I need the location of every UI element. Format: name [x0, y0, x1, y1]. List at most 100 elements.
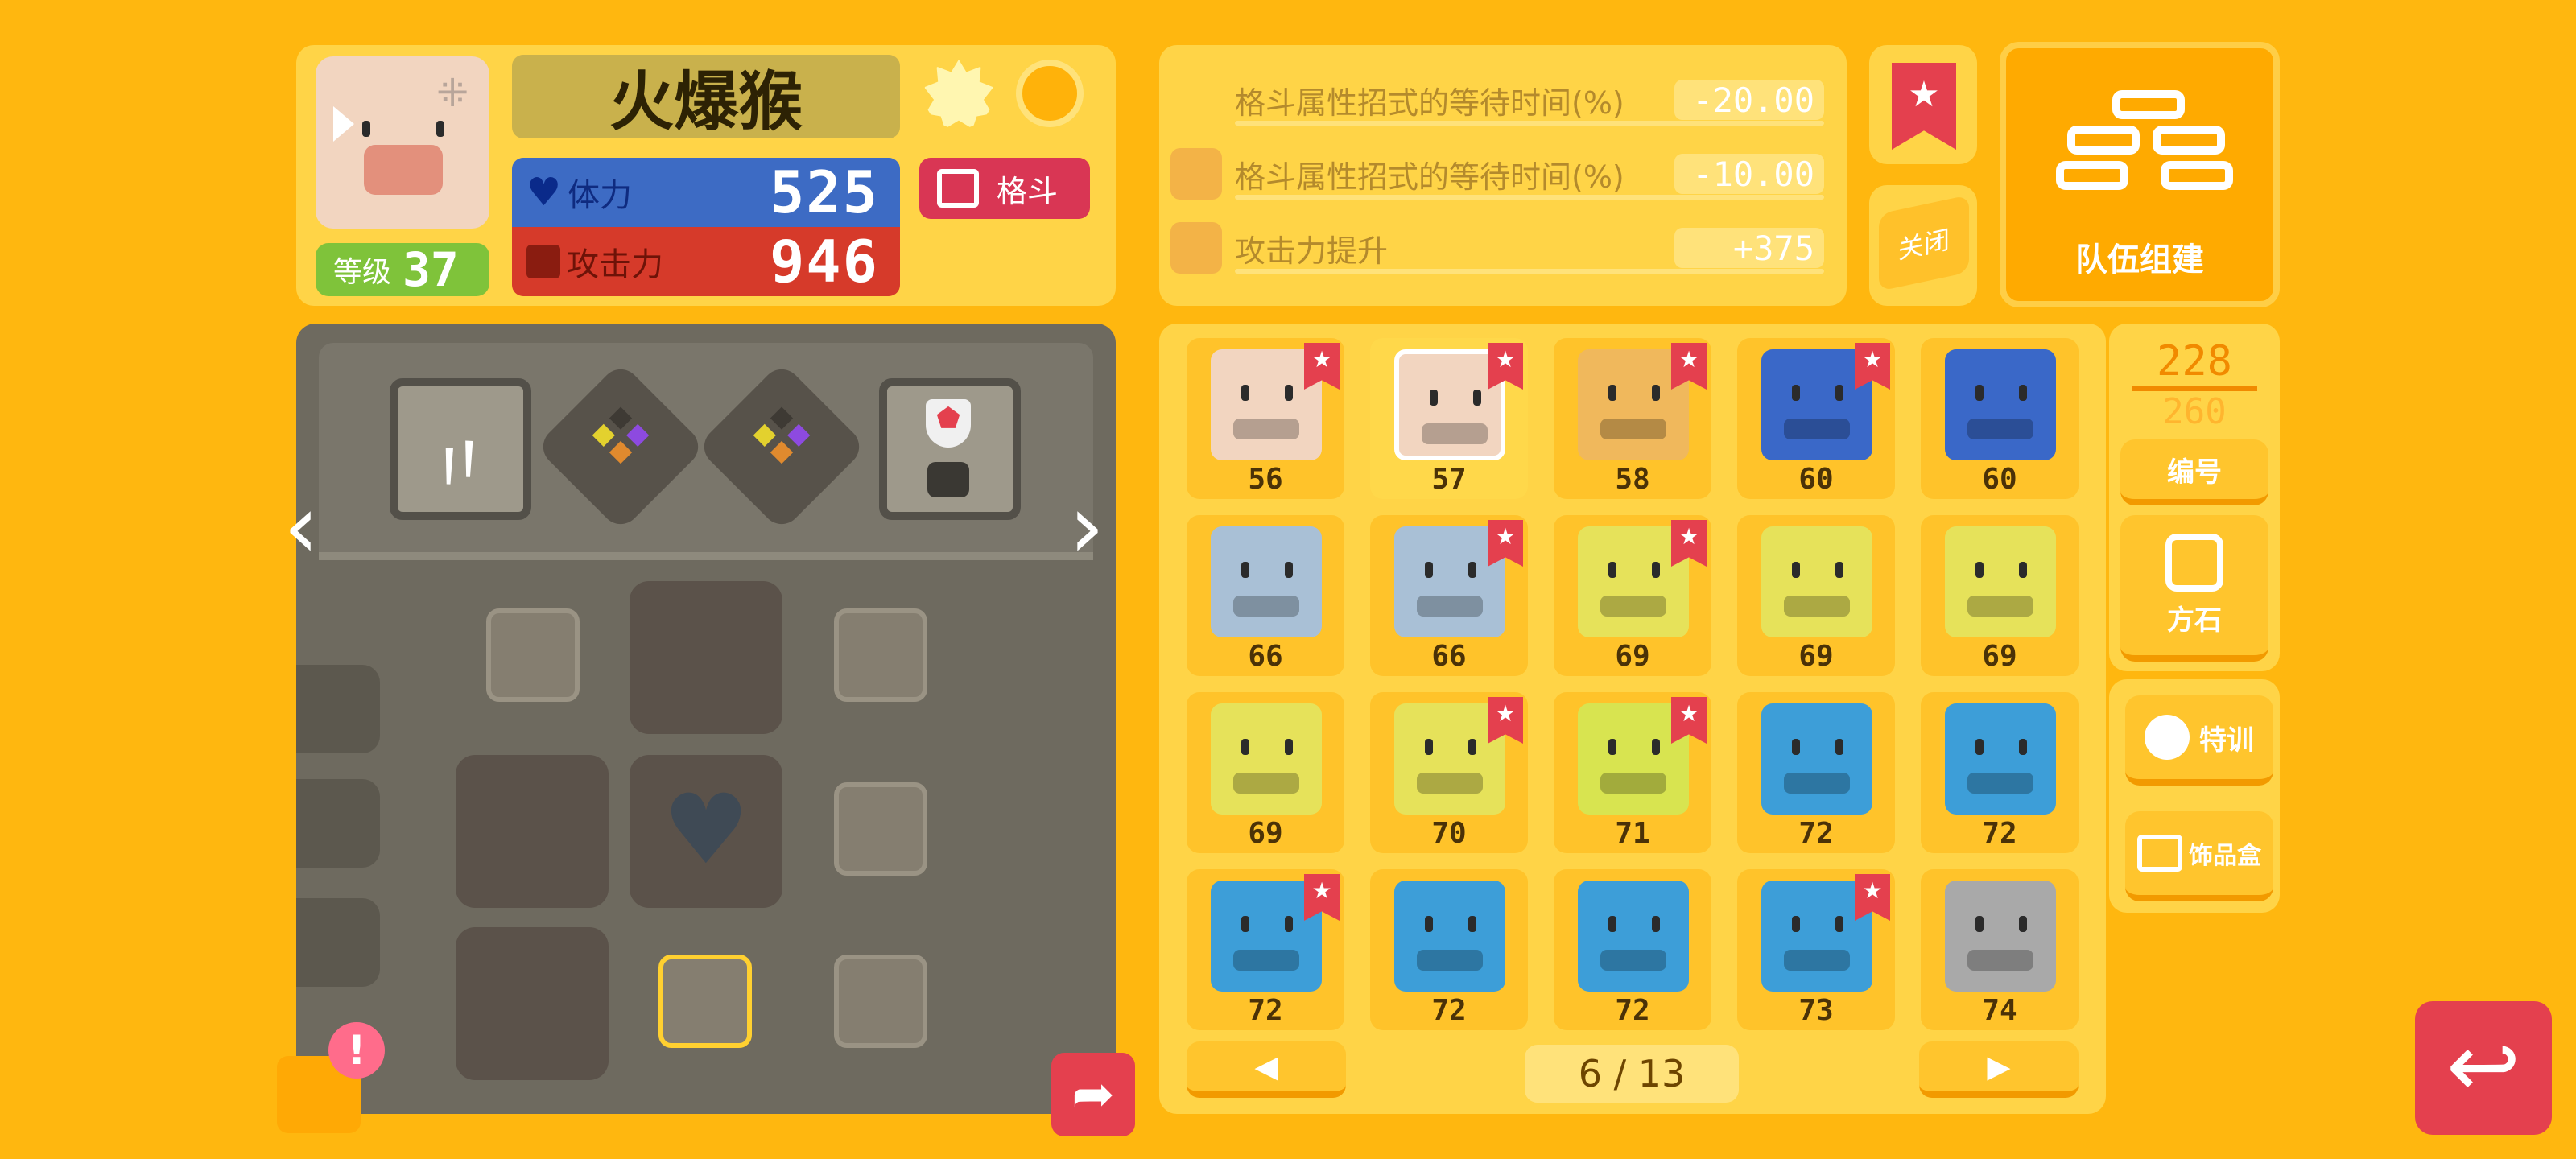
bonus-value: -20.00: [1674, 80, 1824, 120]
empty-socket: [770, 406, 794, 430]
move-slot-bulk-up[interactable]: ⬟: [879, 378, 1021, 520]
pig-snout: [364, 145, 443, 195]
pokemon-level: 58: [1615, 463, 1650, 496]
attack-icon: [526, 245, 560, 278]
box-count-max: 260: [2162, 391, 2227, 432]
team-chain-icon: [2056, 90, 2233, 203]
share-button[interactable]: ➦: [1051, 1053, 1135, 1136]
pokemon-card[interactable]: 56: [1187, 338, 1344, 499]
search-pokemon-icon[interactable]: [1016, 60, 1084, 127]
pokemon-card[interactable]: 74: [1921, 869, 2079, 1030]
number-sort-button[interactable]: 编号: [2120, 439, 2268, 505]
prev-page-button[interactable]: ◀: [1187, 1041, 1346, 1098]
favorite-star-icon: [1488, 697, 1523, 744]
pokemon-face-icon: [1211, 526, 1322, 637]
pokemon-card[interactable]: 70: [1370, 692, 1528, 853]
attack-node[interactable]: [456, 927, 609, 1080]
heart-icon: ♥: [663, 774, 749, 886]
attack-value: 946: [769, 228, 879, 295]
bonus-value: -10.00: [1674, 154, 1824, 194]
pokemon-card[interactable]: 69: [1921, 515, 2079, 676]
yellow-gem-icon: [592, 423, 615, 447]
pokemon-level: 66: [1248, 640, 1283, 673]
small-attack-slot[interactable]: [834, 608, 927, 702]
empty-socket: [609, 406, 633, 430]
accessory-box-label: 饰品盒: [2189, 842, 2261, 870]
training-icon: [2145, 715, 2190, 760]
notice-badge-icon: !: [328, 1022, 385, 1079]
attack-node[interactable]: [630, 581, 782, 734]
pokemon-card[interactable]: 66: [1187, 515, 1344, 676]
favorite-star-icon: [1488, 343, 1523, 390]
pokemon-portrait[interactable]: ⁜: [316, 56, 489, 229]
pokemon-level: 60: [1982, 463, 2017, 496]
selected-attack-slot[interactable]: [658, 955, 752, 1048]
purple-gem-icon: [626, 423, 650, 447]
pokemon-card[interactable]: 72: [1737, 692, 1895, 853]
bonus-row: 格斗属性招式的等待时间(%) -20.00: [1167, 71, 1824, 129]
pokemon-card[interactable]: 69: [1737, 515, 1895, 676]
next-page-button[interactable]: ▶: [1919, 1041, 2079, 1098]
hp-value: 525: [769, 159, 879, 226]
pokemon-card[interactable]: 72: [1370, 869, 1528, 1030]
favorite-star-icon: [1671, 343, 1707, 390]
board-tab-fighting-2[interactable]: [296, 898, 380, 987]
pokemon-card[interactable]: 72: [1187, 869, 1344, 1030]
pokemon-card[interactable]: 58: [1554, 338, 1711, 499]
pokemon-card[interactable]: 66: [1370, 515, 1528, 676]
pokemon-face-icon: [1945, 349, 2056, 460]
pokemon-card[interactable]: 60: [1737, 338, 1895, 499]
pokemon-card[interactable]: 73: [1737, 869, 1895, 1030]
heart-node[interactable]: ♥: [630, 755, 782, 908]
pokemon-level: 56: [1248, 463, 1283, 496]
fighter-icon: [927, 462, 969, 497]
pokemon-face-icon: [1578, 881, 1689, 992]
box-count-current: 228: [2132, 336, 2257, 391]
pokemon-card[interactable]: 60: [1921, 338, 2079, 499]
pokemon-face-icon: [1394, 881, 1505, 992]
pokemon-level: 72: [1431, 994, 1467, 1027]
pokemon-face-icon: [1761, 703, 1872, 815]
page-label: 6 / 13: [1578, 1052, 1686, 1095]
training-button[interactable]: 特训: [2125, 695, 2273, 786]
pokemon-level: 69: [1615, 640, 1650, 673]
pokemon-face-icon: [1945, 881, 2056, 992]
pokemon-card[interactable]: 57: [1370, 338, 1528, 499]
prev-pokemon-arrow[interactable]: ‹: [283, 478, 340, 575]
pokemon-card[interactable]: 69: [1187, 692, 1344, 853]
purple-gem-icon: [787, 423, 811, 447]
back-button[interactable]: ↩: [2415, 1001, 2552, 1135]
favorite-star-icon: [1488, 520, 1523, 567]
stone-label: 方石: [2167, 604, 2222, 637]
team-build-button[interactable]: 队伍组建: [2000, 42, 2280, 307]
next-pokemon-arrow[interactable]: ›: [1069, 478, 1125, 575]
pokemon-level: 69: [1982, 640, 2017, 673]
pokemon-card[interactable]: 69: [1554, 515, 1711, 676]
stone-button[interactable]: 方石: [2120, 515, 2268, 662]
hp-label: 体力: [568, 177, 633, 214]
yellow-gem-icon: [753, 423, 776, 447]
board-tab-fighting[interactable]: [296, 779, 380, 868]
pokemon-face-icon: [1211, 703, 1322, 815]
small-heart-slot[interactable]: [834, 782, 927, 876]
pokemon-level: 71: [1615, 817, 1650, 850]
pokemon-level: 69: [1798, 640, 1834, 673]
accessory-box-button[interactable]: 饰品盒: [2125, 811, 2273, 901]
attack-node[interactable]: [456, 755, 609, 908]
pokemon-card[interactable]: 72: [1554, 869, 1711, 1030]
favorite-star-icon: [1671, 520, 1707, 567]
gift-box-icon: [2137, 835, 2182, 872]
pokemon-card[interactable]: 71: [1554, 692, 1711, 853]
small-heart-slot[interactable]: [486, 608, 580, 702]
pokemon-card[interactable]: 72: [1921, 692, 2079, 853]
type-badge-fighting: 格斗: [919, 158, 1090, 219]
hp-bar: ♥ 体力 525: [512, 158, 900, 227]
favorite-star-icon: [1304, 874, 1340, 921]
bonus-text: 格斗属性招式的等待时间(%): [1235, 85, 1624, 121]
small-attack-slot[interactable]: [834, 955, 927, 1048]
bonus-row: 攻击力提升 +375: [1167, 219, 1824, 277]
pokemon-name: 火爆猴: [512, 55, 900, 139]
move-slot-slash[interactable]: 〃: [390, 378, 531, 520]
board-tab-stones[interactable]: [296, 665, 380, 753]
heart-icon: ♥: [526, 170, 562, 215]
